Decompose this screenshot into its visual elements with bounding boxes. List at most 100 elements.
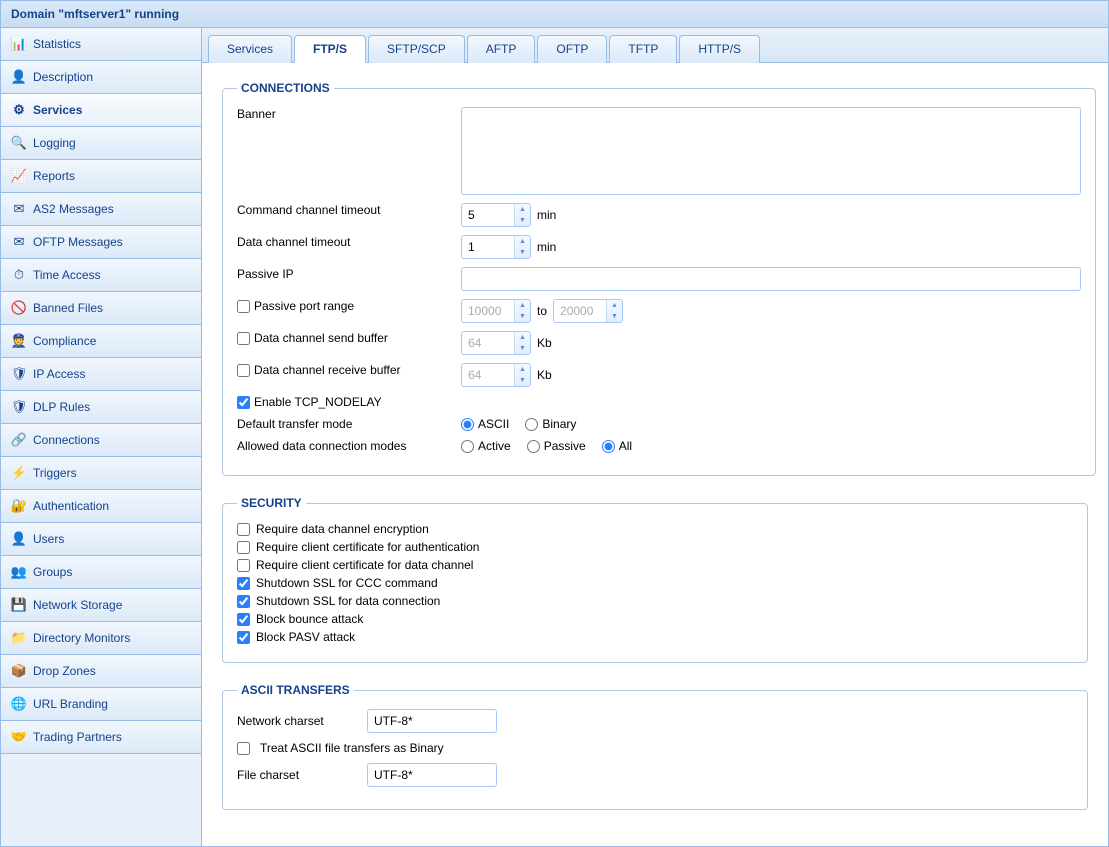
conn-passive-radio[interactable] (527, 440, 540, 453)
sidebar-item-groups[interactable]: 👥Groups (1, 555, 201, 589)
sidebar-item-label: URL Branding (33, 697, 108, 711)
sidebar-item-triggers[interactable]: ⚡Triggers (1, 456, 201, 490)
sidebar-item-network-storage[interactable]: 💾Network Storage (1, 588, 201, 622)
banned-files-icon: 🚫 (11, 300, 27, 316)
chevron-up-icon[interactable]: ▲ (607, 300, 622, 311)
security-legend: SECURITY (237, 496, 306, 510)
tab-services[interactable]: Services (208, 35, 292, 63)
treat-binary-checkbox[interactable] (237, 742, 250, 755)
recv-buf-label: Data channel receive buffer (254, 363, 401, 377)
chevron-up-icon[interactable]: ▲ (515, 300, 530, 311)
chevron-down-icon[interactable]: ▼ (515, 311, 530, 322)
tcp-nodelay-checkbox[interactable] (237, 396, 250, 409)
file-charset-input[interactable] (368, 768, 497, 782)
security-fieldset: SECURITY Require data channel encryption… (222, 496, 1088, 663)
compliance-icon: 👮 (11, 333, 27, 349)
passive-ip-input[interactable] (461, 267, 1081, 291)
sidebar-item-label: Description (33, 70, 93, 84)
tcp-nodelay-label: Enable TCP_NODELAY (254, 395, 382, 409)
services-icon: ⚙ (11, 102, 27, 118)
sidebar-item-label: IP Access (33, 367, 85, 381)
block-pasv-label: Block PASV attack (256, 630, 355, 644)
chevron-up-icon[interactable]: ▲ (515, 236, 530, 247)
file-charset-combo[interactable]: ▼ (367, 763, 497, 787)
cmd-timeout-unit: min (537, 208, 556, 222)
shutdown-data-checkbox[interactable] (237, 595, 250, 608)
sidebar-item-authentication[interactable]: 🔐 Authentication (1, 489, 201, 523)
sidebar-item-compliance[interactable]: 👮Compliance (1, 324, 201, 358)
cmd-timeout-spinner[interactable]: ▲▼ (461, 203, 531, 227)
passive-port-to-input[interactable] (554, 300, 606, 322)
authentication-icon: 🔐 (11, 498, 27, 514)
sidebar-item-connections[interactable]: 🔗Connections (1, 423, 201, 457)
chevron-up-icon[interactable]: ▲ (515, 364, 530, 375)
sidebar-item-time-access[interactable]: ⏱Time Access (1, 258, 201, 292)
ascii-legend: ASCII TRANSFERS (237, 683, 354, 697)
tab-sftp-scp[interactable]: SFTP/SCP (368, 35, 465, 63)
sidebar-item-ip-access[interactable]: 🛡IP Access (1, 357, 201, 391)
trading-partners-icon: 🤝 (11, 729, 27, 745)
data-timeout-input[interactable] (462, 236, 514, 258)
sidebar-item-logging[interactable]: 🔍Logging (1, 126, 201, 160)
chevron-down-icon[interactable]: ▼ (515, 215, 530, 226)
send-buf-checkbox[interactable] (237, 332, 250, 345)
sidebar-item-statistics[interactable]: 📊Statistics (1, 28, 201, 61)
sidebar-item-label: Authentication (33, 499, 109, 513)
block-pasv-checkbox[interactable] (237, 631, 250, 644)
tab-tftp[interactable]: TFTP (609, 35, 677, 63)
send-buf-spinner[interactable]: ▲▼ (461, 331, 531, 355)
sidebar-item-banned-files[interactable]: 🚫Banned Files (1, 291, 201, 325)
users-icon: 👤 (11, 531, 27, 547)
transfer-ascii-radio[interactable] (461, 418, 474, 431)
net-charset-combo[interactable]: ▼ (367, 709, 497, 733)
sidebar-item-dlp-rules[interactable]: 🛡DLP Rules (1, 390, 201, 424)
as2-messages-icon: ✉ (11, 201, 27, 217)
banner-textarea[interactable] (461, 107, 1081, 195)
recv-buf-checkbox[interactable] (237, 364, 250, 377)
passive-port-from-input[interactable] (462, 300, 514, 322)
tab-http-s[interactable]: HTTP/S (679, 35, 760, 63)
passive-port-label: Passive port range (254, 299, 354, 313)
passive-port-from-spinner[interactable]: ▲▼ (461, 299, 531, 323)
passive-port-checkbox[interactable] (237, 300, 250, 313)
send-buf-input[interactable] (462, 332, 514, 354)
conn-active-radio[interactable] (461, 440, 474, 453)
sidebar-item-trading-partners[interactable]: 🤝Trading Partners (1, 720, 201, 754)
sidebar-item-services[interactable]: ⚙Services (1, 93, 201, 127)
chevron-up-icon[interactable]: ▲ (515, 332, 530, 343)
recv-buf-input[interactable] (462, 364, 514, 386)
sidebar-item-users[interactable]: 👤Users (1, 522, 201, 556)
chevron-down-icon[interactable]: ▼ (515, 343, 530, 354)
net-charset-input[interactable] (368, 714, 497, 728)
data-timeout-spinner[interactable]: ▲▼ (461, 235, 531, 259)
tab-oftp[interactable]: OFTP (537, 35, 607, 63)
passive-ip-label: Passive IP (237, 267, 461, 281)
block-bounce-checkbox[interactable] (237, 613, 250, 626)
conn-passive-label: Passive (544, 439, 586, 453)
tab-aftp[interactable]: AFTP (467, 35, 536, 63)
passive-port-to-spinner[interactable]: ▲▼ (553, 299, 623, 323)
sidebar-item-oftp-messages[interactable]: ✉OFTP Messages (1, 225, 201, 259)
req-data-enc-checkbox[interactable] (237, 523, 250, 536)
sidebar-item-drop-zones[interactable]: 📦Drop Zones (1, 654, 201, 688)
chevron-down-icon[interactable]: ▼ (515, 375, 530, 386)
sidebar-item-directory-monitors[interactable]: 📁Directory Monitors (1, 621, 201, 655)
chevron-down-icon[interactable]: ▼ (607, 311, 622, 322)
cmd-timeout-input[interactable] (462, 204, 514, 226)
conn-all-radio[interactable] (602, 440, 615, 453)
sidebar-item-label: Connections (33, 433, 100, 447)
shutdown-ccc-checkbox[interactable] (237, 577, 250, 590)
window-title: Domain "mftserver1" running (1, 1, 1108, 28)
tab-ftp-s[interactable]: FTP/S (294, 35, 366, 63)
sidebar-item-description[interactable]: 👤Description (1, 60, 201, 94)
transfer-binary-radio[interactable] (525, 418, 538, 431)
sidebar-item-url-branding[interactable]: 🌐 URL Branding (1, 687, 201, 721)
chevron-up-icon[interactable]: ▲ (515, 204, 530, 215)
req-client-cert-data-checkbox[interactable] (237, 559, 250, 572)
url-branding-icon: 🌐 (11, 696, 27, 712)
sidebar-item-as2-messages[interactable]: ✉AS2 Messages (1, 192, 201, 226)
chevron-down-icon[interactable]: ▼ (515, 247, 530, 258)
sidebar-item-reports[interactable]: 📈Reports (1, 159, 201, 193)
req-client-cert-auth-checkbox[interactable] (237, 541, 250, 554)
recv-buf-spinner[interactable]: ▲▼ (461, 363, 531, 387)
